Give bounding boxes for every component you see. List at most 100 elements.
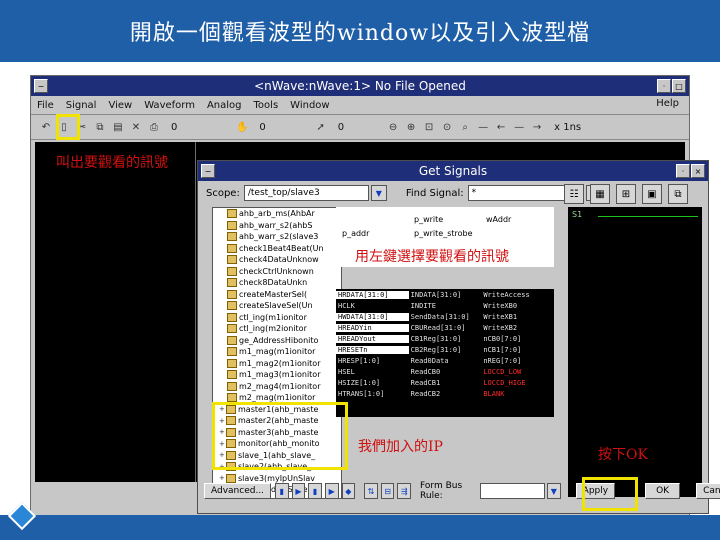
signal-cell[interactable]: Read0Data	[409, 357, 482, 365]
menu-help[interactable]: Help	[650, 98, 685, 109]
print-icon[interactable]: ⎙	[147, 120, 161, 134]
paste-icon[interactable]: ▤	[111, 120, 125, 134]
signal-cell[interactable]: CB2Reg[31:0]	[409, 346, 482, 354]
signal-cell[interactable]: HSEL	[336, 368, 409, 376]
upper-signal-p-write[interactable]: p_write	[414, 215, 443, 224]
minimize-icon[interactable]: ·	[657, 79, 671, 93]
search-icon[interactable]: ⌕	[458, 120, 472, 134]
dialog-close-icon[interactable]: ×	[691, 164, 705, 178]
tree-item[interactable]: ge_AddressHibonito	[213, 335, 341, 347]
group-icon[interactable]: ⊟	[380, 483, 395, 499]
table-row[interactable]: HREADYout CB1Reg[31:0] nCB0[7:0]	[336, 333, 554, 344]
menu-window[interactable]: Window	[284, 100, 335, 111]
zoom-area-icon[interactable]: ⊙	[440, 120, 454, 134]
tree-item[interactable]: check1Beat4Beat(Un	[213, 243, 341, 255]
upper-signal-p-addr[interactable]: p_addr	[342, 229, 369, 238]
flatten-icon[interactable]: ▣	[642, 184, 662, 204]
tree-item[interactable]: m2_mag4(m1ionitor	[213, 381, 341, 393]
signal-cell[interactable]: HSIZE[1:0]	[336, 379, 409, 387]
table-row[interactable]: HRESP[1:0] Read0Data nREG[7:0]	[336, 355, 554, 366]
hand-icon[interactable]: ✋	[235, 120, 249, 134]
view-list-icon[interactable]: ☷	[564, 184, 584, 204]
tree-item[interactable]: checkCtrlUnknown	[213, 266, 341, 278]
advanced-button[interactable]: Advanced...	[204, 483, 272, 499]
form-bus-rule-field[interactable]	[480, 483, 546, 499]
pane-divider[interactable]	[195, 142, 196, 482]
delete-icon[interactable]: ✕	[129, 120, 143, 134]
signal-cell[interactable]: SendData[31:0]	[409, 313, 482, 321]
table-row[interactable]: HRDATA[31:0] INDATA[31:0] WriteAccess	[336, 289, 554, 300]
maximize-icon[interactable]: □	[672, 79, 686, 93]
signal-cell[interactable]: HRESP[1:0]	[336, 357, 409, 365]
table-row[interactable]: HWDATA[31:0] SendData[31:0] WriteXB1	[336, 311, 554, 322]
signal-cell[interactable]: ReadCB2	[409, 390, 482, 398]
move-next-icon[interactable]: ▶	[291, 483, 306, 499]
main-window-titlebar[interactable]: <nWave:nWave:1> No File Opened − · □	[31, 76, 689, 96]
signal-cell[interactable]: HCLK	[336, 302, 409, 310]
signal-cell[interactable]: HREADYout	[336, 334, 409, 343]
tree-item[interactable]: ctl_ing(m1ionitor	[213, 312, 341, 324]
tree-item[interactable]: check8DataUnkn	[213, 277, 341, 289]
tree-item[interactable]: check4DataUnknow	[213, 254, 341, 266]
tree-item[interactable]: createSlaveSel(Un	[213, 300, 341, 312]
table-row[interactable]: HSEL ReadCB0 LOCCD_LOW	[336, 366, 554, 377]
signal-cell[interactable]: WriteXB2	[481, 324, 554, 332]
signal-cell[interactable]: HWDATA[31:0]	[336, 312, 409, 321]
sort-icon[interactable]: ⇅	[364, 483, 378, 499]
window-menu-icon[interactable]: −	[34, 79, 48, 93]
signal-cell[interactable]: INDITE	[409, 302, 482, 310]
menu-analog[interactable]: Analog	[201, 100, 248, 111]
dialog-menu-icon[interactable]: −	[201, 164, 215, 178]
signal-table[interactable]: HRDATA[31:0] INDATA[31:0] WriteAccess HCLK I…	[336, 289, 554, 417]
signal-cell[interactable]: nCB0[7:0]	[481, 335, 554, 343]
dialog-titlebar[interactable]: Get Signals − · ×	[198, 161, 708, 181]
table-row[interactable]: HREADYin CBURead[31:0] WriteXB2	[336, 322, 554, 333]
signal-cell[interactable]: nREG[7:0]	[481, 357, 554, 365]
upper-signal-p-write-strobe[interactable]: p_write_strobe	[414, 229, 473, 238]
tree-item[interactable]: ahb_warr_s2(slave3	[213, 231, 341, 243]
move-down-icon[interactable]: ▶	[324, 483, 339, 499]
filter-icon[interactable]: ⊞	[616, 184, 636, 204]
signal-cell[interactable]: HTRANS[1:0]	[336, 390, 409, 398]
move-first-icon[interactable]: ▮	[275, 483, 289, 499]
table-row[interactable]: HSIZE[1:0] ReadCB1 LOCCD_HIGE	[336, 377, 554, 388]
menu-signal[interactable]: Signal	[60, 100, 103, 111]
tree-item[interactable]: m1_mag3(m1ionitor	[213, 369, 341, 381]
table-row[interactable]: HRESETn CB2Reg[31:0] nCB1[7:0]	[336, 344, 554, 355]
scope-dropdown-icon[interactable]: ▼	[370, 185, 387, 201]
menu-file[interactable]: File	[31, 100, 60, 111]
ok-button[interactable]: OK	[645, 483, 681, 499]
line-tool-icon[interactable]: —	[476, 120, 490, 134]
step-right-icon[interactable]: →	[530, 120, 544, 134]
step-left-icon[interactable]: ←	[494, 120, 508, 134]
tree-item[interactable]: ctl_ing(m2ionitor	[213, 323, 341, 335]
bus-rule-dropdown-icon[interactable]: ▼	[547, 483, 561, 499]
upper-signal-waddr[interactable]: wAddr	[486, 215, 511, 224]
tree-item[interactable]: m1_mag(m1ionitor	[213, 346, 341, 358]
bus-icon[interactable]: ⇶	[397, 483, 412, 499]
pointer-icon[interactable]: ➚	[314, 120, 328, 134]
tree-item[interactable]: createMasterSel(	[213, 289, 341, 301]
menu-tools[interactable]: Tools	[248, 100, 285, 111]
view-tree-icon[interactable]: ▦	[590, 184, 610, 204]
signal-cell[interactable]: nCB1[7:0]	[481, 346, 554, 354]
cancel-button[interactable]: Cancel	[696, 483, 720, 499]
signal-cell[interactable]: LOCCD_HIGE	[481, 379, 554, 387]
menu-waveform[interactable]: Waveform	[138, 100, 201, 111]
signal-cell[interactable]: WriteXB1	[481, 313, 554, 321]
signal-cell[interactable]: WriteXB0	[481, 302, 554, 310]
scope-field[interactable]: /test_top/slave3	[243, 185, 369, 201]
tree-item[interactable]: m1_mag2(m1ionitor	[213, 358, 341, 370]
zoom-out-icon[interactable]: ⊖	[386, 120, 400, 134]
hierarchy-icon[interactable]: ⧉	[668, 184, 688, 204]
signal-cell[interactable]: HREADYin	[336, 323, 409, 332]
signal-cell[interactable]: INDATA[31:0]	[409, 291, 482, 299]
signal-cell[interactable]: CBURead[31:0]	[409, 324, 482, 332]
signal-cell[interactable]: WriteAccess	[481, 291, 554, 299]
signal-cell[interactable]: ReadCB1	[409, 379, 482, 387]
move-last-icon[interactable]: ◆	[341, 483, 356, 499]
signal-cell[interactable]: CB1Reg[31:0]	[409, 335, 482, 343]
dialog-minimize-icon[interactable]: ·	[676, 164, 690, 178]
signal-cell[interactable]: ReadCB0	[409, 368, 482, 376]
step-mid-icon[interactable]: —	[512, 120, 526, 134]
